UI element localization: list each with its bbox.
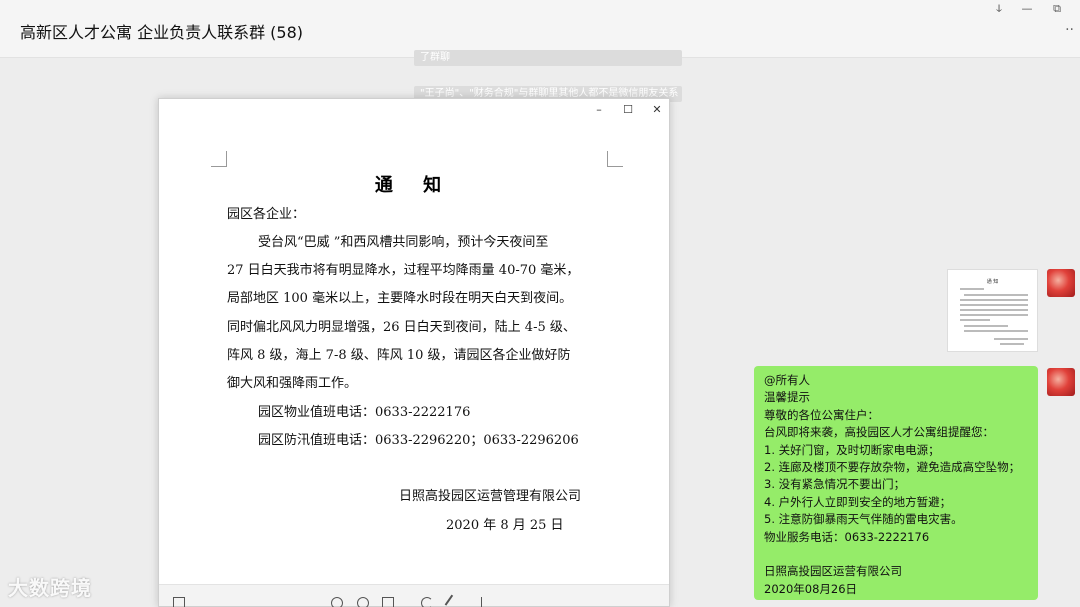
message-line: 温馨提示 bbox=[764, 390, 810, 405]
notice-greeting: 园区各企业： bbox=[227, 207, 306, 222]
restore-button[interactable]: ⧉ bbox=[1048, 2, 1066, 16]
message-line: 物业服务电话：0633-2222176 bbox=[764, 529, 930, 544]
notice-date: 2020 年 8 月 25 日 bbox=[446, 518, 564, 533]
avatar[interactable] bbox=[1047, 269, 1075, 297]
message-line: 2. 连廊及楼顶不要存放杂物，避免造成高空坠物； bbox=[764, 460, 1021, 475]
edit-icon[interactable] bbox=[444, 594, 462, 607]
chat-title: 高新区人才公寓 企业负责人联系群 (58) bbox=[20, 23, 304, 42]
message-line: 4. 户外行人立即到安全的地方暂避； bbox=[764, 494, 952, 509]
thumbnail-line bbox=[960, 304, 1028, 306]
notice-title: 通 知 bbox=[374, 175, 454, 196]
zoom-in-icon[interactable] bbox=[331, 597, 343, 607]
thumbnail-line bbox=[960, 288, 984, 290]
pin-icon[interactable]: ↆ bbox=[990, 2, 1008, 16]
thumbnail-line bbox=[960, 314, 1028, 316]
notice-line: 御大风和强降雨工作。 bbox=[227, 376, 358, 391]
thumbnail-title: 通 知 bbox=[986, 279, 999, 285]
more-options-icon[interactable]: ·· bbox=[1065, 22, 1074, 38]
zoom-out-icon[interactable] bbox=[357, 597, 369, 607]
message-line: @所有人 bbox=[764, 373, 810, 387]
flood-phone: 园区防汛值班电话：0633-2296220；0633-2296206 bbox=[258, 433, 579, 448]
document-viewer-window: – ☐ ✕ 通 知 园区各企业： 受台风“巴威 ”和西风槽共同影响，预计今天夜间… bbox=[158, 98, 670, 607]
thumbnail-line bbox=[964, 330, 1028, 332]
message-line: 3. 没有紧急情况不要出门； bbox=[764, 477, 906, 492]
fit-page-icon[interactable] bbox=[173, 597, 185, 607]
thumbnail-line bbox=[964, 325, 1008, 327]
viewer-close-button[interactable]: ✕ bbox=[649, 102, 665, 118]
message-line: 5. 注意防御暴雨天气伴随的雷电灾害。 bbox=[764, 512, 963, 527]
message-line: 2020年08月26日 bbox=[764, 581, 858, 596]
message-line: 日照高投园区运营有限公司 bbox=[764, 564, 902, 579]
viewer-titlebar: – ☐ ✕ bbox=[159, 99, 669, 121]
system-message: 了群聊 bbox=[414, 50, 682, 66]
viewer-maximize-button[interactable]: ☐ bbox=[620, 102, 636, 118]
message-line: 1. 关好门窗，及时切断家电电源； bbox=[764, 442, 940, 457]
thumbnail-line bbox=[960, 309, 1028, 311]
document-page: 通 知 园区各企业： 受台风“巴威 ”和西风槽共同影响，预计今天夜间至 27 日… bbox=[159, 121, 669, 586]
viewer-toolbar bbox=[159, 584, 669, 607]
notice-signature: 日照高投园区运营管理有限公司 bbox=[399, 489, 582, 504]
thumbnail-line bbox=[960, 299, 1028, 301]
margin-mark bbox=[607, 151, 623, 167]
message-bubble: @所有人 温馨提示 尊敬的各位公寓住户： 台风即将来袭，高投园区人才公寓组提醒您… bbox=[754, 366, 1038, 600]
thumbnail-line bbox=[1000, 343, 1024, 345]
notice-line: 27 日白天我市将有明显降水，过程平均降雨量 40-70 毫米， bbox=[227, 263, 580, 278]
rotate-icon[interactable] bbox=[421, 597, 433, 607]
watermark-logo: 大数跨境 bbox=[8, 576, 92, 600]
duty-phone: 园区物业值班电话：0633-2222176 bbox=[258, 405, 471, 420]
notice-image-thumbnail[interactable]: 通 知 bbox=[947, 269, 1038, 352]
margin-mark bbox=[211, 151, 227, 167]
avatar[interactable] bbox=[1047, 368, 1075, 396]
actual-size-icon[interactable] bbox=[382, 597, 394, 607]
message-line: 尊敬的各位公寓住户： bbox=[764, 407, 879, 422]
minimize-button[interactable]: — bbox=[1018, 2, 1036, 15]
notice-line: 局部地区 100 毫米以上，主要降水时段在明天白天到夜间。 bbox=[227, 291, 573, 306]
download-icon[interactable] bbox=[481, 597, 493, 607]
notice-line: 受台风“巴威 ”和西风槽共同影响，预计今天夜间至 bbox=[258, 235, 549, 250]
notice-line: 同时偏北风风力明显增强，26 日白天到夜间，陆上 4-5 级、 bbox=[227, 320, 576, 335]
message-line bbox=[764, 546, 1028, 563]
viewer-minimize-button[interactable]: – bbox=[591, 102, 607, 118]
notice-line: 阵风 8 级，海上 7-8 级、阵风 10 级，请园区各企业做好防 bbox=[227, 348, 571, 363]
message-line: 台风即将来袭，高投园区人才公寓组提醒您： bbox=[764, 425, 994, 440]
thumbnail-line bbox=[994, 338, 1028, 340]
thumbnail-line bbox=[964, 294, 1028, 296]
thumbnail-line bbox=[960, 319, 990, 321]
